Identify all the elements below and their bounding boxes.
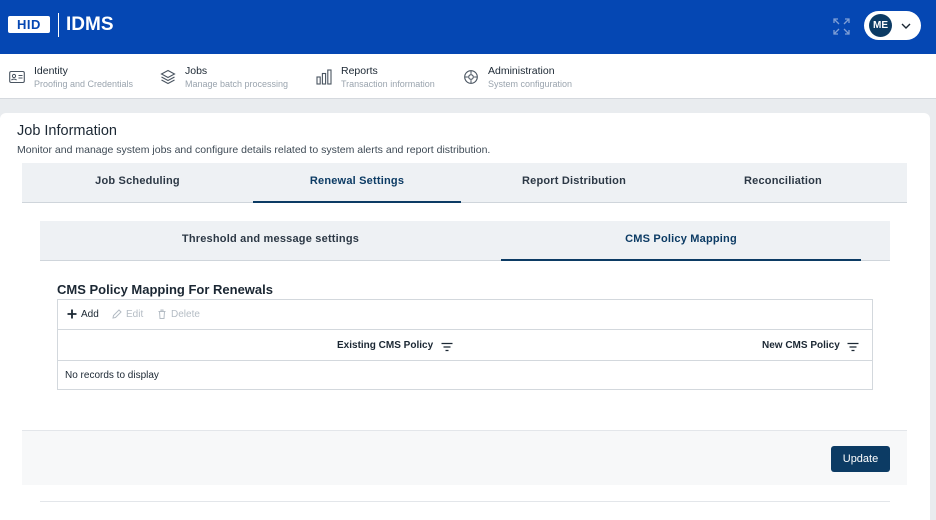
- edit-label: Edit: [126, 309, 144, 320]
- nav-subtitle: Manage batch processing: [185, 79, 289, 89]
- nav-title: Administration: [488, 65, 555, 77]
- nav-title: Jobs: [185, 65, 208, 77]
- sub-tabs: Threshold and message settings CMS Polic…: [40, 221, 890, 261]
- nav-subtitle: System configuration: [488, 79, 573, 89]
- settings-icon: [464, 70, 478, 84]
- trash-icon: [158, 309, 166, 319]
- tab-threshold-message-settings[interactable]: Threshold and message settings: [40, 221, 501, 261]
- top-bar: HID IDMS ME: [0, 0, 936, 54]
- plus-icon: [67, 309, 77, 319]
- id-card-icon: [9, 70, 25, 84]
- main-tabs: Job Scheduling Renewal Settings Report D…: [22, 163, 907, 203]
- tab-report-distribution[interactable]: Report Distribution: [461, 163, 687, 203]
- layers-icon: [160, 69, 176, 85]
- avatar: ME: [869, 14, 892, 37]
- tab-renewal-settings[interactable]: Renewal Settings: [253, 163, 461, 203]
- card-footer: Update: [22, 430, 907, 485]
- app-name: IDMS: [66, 14, 114, 35]
- bar-chart-icon: [316, 69, 332, 85]
- delete-label: Delete: [171, 309, 200, 320]
- page-title: Job Information: [17, 123, 117, 139]
- fullscreen-icon[interactable]: [833, 18, 850, 35]
- main-nav: Identity Proofing and Credentials Jobs M…: [0, 54, 936, 99]
- hid-logo: HID: [8, 16, 50, 33]
- grid-toolbar: Add Edit Delete: [58, 300, 872, 330]
- user-menu[interactable]: ME: [864, 11, 921, 40]
- grid-header: Existing CMS Policy New CMS Policy: [58, 331, 872, 361]
- page-description: Monitor and manage system jobs and confi…: [17, 144, 491, 156]
- nav-subtitle: Transaction information: [341, 79, 435, 89]
- filter-icon[interactable]: [847, 342, 859, 352]
- tab-cms-policy-mapping[interactable]: CMS Policy Mapping: [501, 221, 861, 261]
- divider: [40, 501, 890, 502]
- nav-subtitle: Proofing and Credentials: [34, 79, 134, 89]
- nav-title: Reports: [341, 65, 378, 77]
- filter-icon[interactable]: [441, 342, 453, 352]
- chevron-down-icon: [901, 23, 911, 29]
- tab-job-scheduling[interactable]: Job Scheduling: [22, 163, 253, 203]
- pencil-icon: [112, 309, 122, 319]
- column-new-cms-policy[interactable]: New CMS Policy: [762, 340, 840, 351]
- update-button[interactable]: Update: [831, 446, 890, 472]
- tab-reconciliation[interactable]: Reconciliation: [687, 163, 879, 203]
- logo-divider: [58, 13, 59, 37]
- empty-message: No records to display: [65, 370, 159, 381]
- nav-title: Identity: [34, 65, 68, 77]
- job-information-card: Job Information Monitor and manage syste…: [0, 113, 930, 520]
- section-title: CMS Policy Mapping For Renewals: [57, 282, 273, 297]
- add-label: Add: [81, 309, 99, 320]
- policy-mapping-grid: Add Edit Delete Existing CMS Policy New …: [57, 299, 873, 390]
- column-existing-cms-policy[interactable]: Existing CMS Policy: [337, 340, 433, 351]
